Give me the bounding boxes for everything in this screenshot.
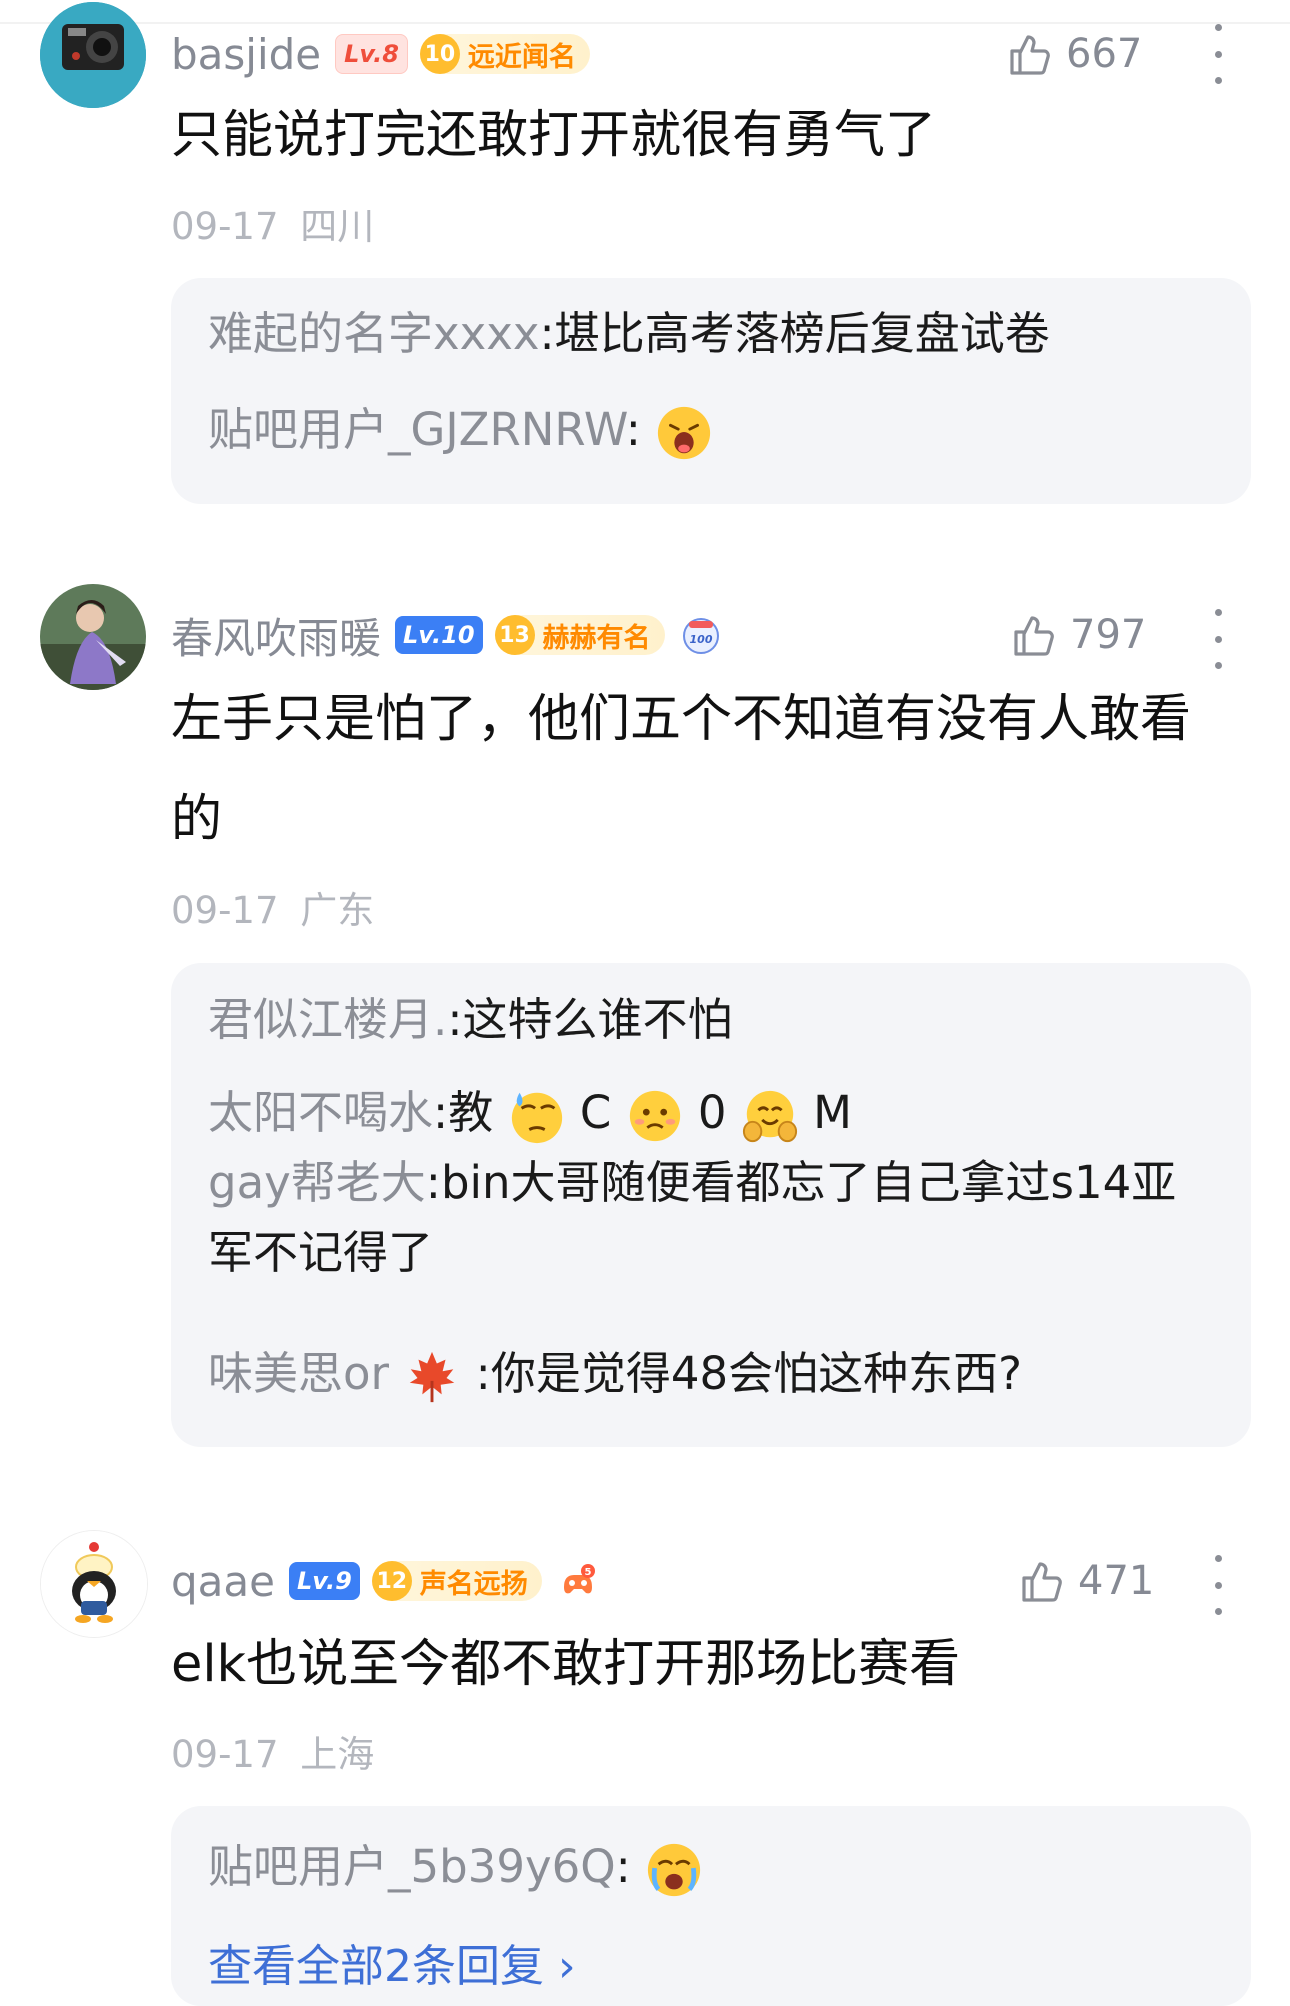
reply-username: 君似江楼月. (208, 993, 448, 1046)
reply-text: 这特么谁不怕 (462, 993, 733, 1046)
reply-item[interactable]: 贴吧用户_5b39y6Q: (208, 1832, 1218, 1902)
rank-level: 10 (419, 34, 460, 74)
reply-preview[interactable]: 君似江楼月.:这特么谁不怕 太阳不喝水:教 C 0 M gay帮老大:bin大哥… (171, 963, 1251, 1447)
reply-item[interactable]: 难起的名字xxxx:堪比高考落榜后复盘试卷 (208, 299, 1218, 369)
comment-location: 上海 (300, 1733, 375, 1776)
comment-header: qaae Lv.9 12 声名远扬 5 (171, 1552, 598, 1610)
thumbs-up-icon (1014, 616, 1054, 656)
thumbs-up-icon (1022, 1562, 1062, 1602)
rank-badge: 10 远近闻名 (419, 34, 590, 74)
top-divider (0, 22, 1290, 24)
maple-leaf-icon (410, 1351, 455, 1403)
hugging-face-emoji-icon (742, 1090, 797, 1143)
avatar[interactable] (40, 584, 146, 690)
reply-item[interactable]: 太阳不喝水:教 C 0 M (208, 1078, 1218, 1148)
reply-username: 太阳不喝水 (208, 1086, 434, 1139)
username[interactable]: basjide (171, 30, 321, 79)
reply-username: 味美思or (208, 1347, 390, 1400)
comment-location: 广东 (300, 889, 375, 932)
svg-text:100: 100 (689, 633, 712, 646)
rank-title: 赫赫有名 (542, 622, 651, 654)
like-button[interactable]: 667 (1006, 25, 1142, 83)
username[interactable]: 春风吹雨暖 (171, 605, 381, 666)
level-badge: Lv.8 (335, 34, 408, 74)
comment-text: elk也说至今都不敢打开那场比赛看 (171, 1635, 961, 1694)
avatar[interactable] (40, 2, 146, 108)
comment-date: 09-17 (171, 205, 279, 248)
like-count: 471 (1078, 1558, 1155, 1604)
reply-username: 贴吧用户_GJZRNRW (208, 403, 626, 456)
comment-text: 左手只是怕了，他们五个不知道有没有人敢看的 (171, 690, 1192, 849)
comment-meta: 09-17 四川 (171, 196, 374, 250)
username[interactable]: qaae (171, 1557, 275, 1606)
comment-meta: 09-17 广东 (171, 880, 374, 934)
rank-level: 12 (371, 1561, 412, 1601)
svg-text:5: 5 (584, 1567, 591, 1578)
reply-item[interactable]: gay帮老大:bin大哥随便看都忘了自己拿过s14亚军不记得了 (208, 1148, 1218, 1288)
rank-title: 声名远扬 (419, 1568, 528, 1600)
view-all-replies-link[interactable]: 查看全部2条回复 › (208, 1930, 576, 1994)
comment-date: 09-17 (171, 1733, 279, 1776)
more-options-icon[interactable] (1208, 24, 1228, 84)
comment-header: 春风吹雨暖 Lv.10 13 赫赫有名 100 (171, 606, 721, 664)
comment-date: 09-17 (171, 889, 279, 932)
reply-text: 你是觉得48会怕这种东西? (490, 1347, 1022, 1400)
like-button[interactable]: 471 (1018, 1552, 1154, 1610)
like-button[interactable]: 797 (1010, 606, 1146, 664)
reply-username: 难起的名字xxxx (208, 307, 540, 360)
crying-face-emoji-icon (648, 1843, 701, 1897)
more-options-icon[interactable] (1208, 1555, 1228, 1615)
rank-badge: 13 赫赫有名 (494, 615, 665, 655)
pleading-face-emoji-icon (629, 1090, 680, 1142)
reply-preview[interactable]: 贴吧用户_5b39y6Q: 查看全部2条回复 › (171, 1806, 1251, 2006)
rank-badge: 12 声名远扬 (371, 1561, 542, 1601)
hundred-days-badge-icon: 100 (682, 618, 719, 654)
reply-item[interactable]: 君似江楼月.:这特么谁不怕 (208, 985, 1218, 1055)
reply-username: gay帮老大 (208, 1156, 426, 1209)
level-badge: Lv.9 (288, 1562, 360, 1600)
avatar[interactable] (40, 1530, 148, 1638)
sweat-face-emoji-icon (511, 1092, 562, 1144)
level-badge: Lv.10 (395, 616, 483, 654)
comment-header: basjide Lv.8 10 远近闻名 (171, 25, 602, 83)
rank-level: 13 (494, 615, 535, 655)
reply-item[interactable]: 贴吧用户_GJZRNRW: (208, 395, 1218, 465)
game-controller-badge-icon: 5 (563, 1564, 595, 1594)
reply-text: 教 (448, 1086, 494, 1139)
reply-username: 贴吧用户_5b39y6Q (208, 1840, 616, 1893)
more-options-icon[interactable] (1208, 609, 1228, 669)
comment-location: 四川 (300, 205, 375, 248)
like-count: 797 (1070, 612, 1147, 658)
reply-preview[interactable]: 难起的名字xxxx:堪比高考落榜后复盘试卷 贴吧用户_GJZRNRW: (171, 278, 1251, 504)
thumbs-up-icon (1010, 35, 1050, 75)
reply-text: 堪比高考落榜后复盘试卷 (554, 307, 1050, 360)
like-count: 667 (1066, 31, 1143, 77)
crying-face-emoji-icon (658, 406, 711, 460)
reply-item[interactable]: 味美思or :你是觉得48会怕这种东西? (208, 1339, 1218, 1409)
comment-text: 只能说打完还敢打开就很有勇气了 (171, 106, 937, 165)
rank-title: 远近闻名 (467, 41, 576, 73)
comment-meta: 09-17 上海 (171, 1724, 374, 1778)
